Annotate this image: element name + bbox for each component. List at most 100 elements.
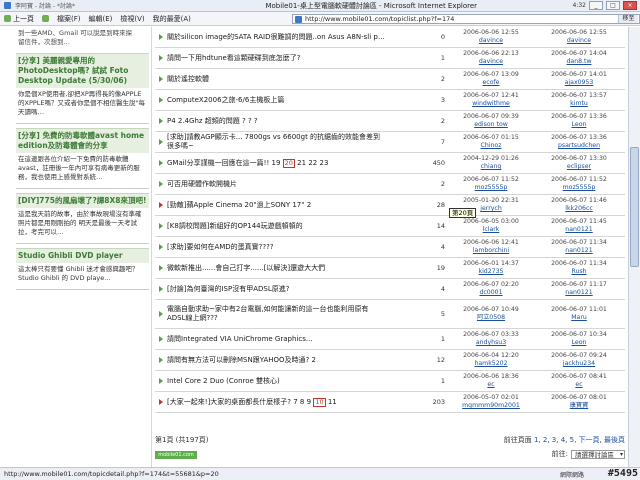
menu-favorites[interactable]: 我的最愛(A) — [153, 14, 191, 24]
topic-page-link[interactable]: 19 — [272, 159, 281, 167]
forum-select[interactable]: 請選擇討論區 — [571, 449, 625, 459]
last-post-user-link[interactable]: nan0121 — [535, 247, 623, 255]
pager-page-5[interactable]: 5 — [570, 436, 574, 444]
topic-link[interactable]: [討論]為何臺灣的ISP沒有甲ADSL原進? — [167, 285, 289, 293]
last-post-user-link[interactable]: Maru — [535, 314, 623, 322]
topic-row[interactable]: 可否用硬體作軟開機片 2 2006-06-07 11:52 moz5555p 2006-… — [155, 174, 625, 195]
topic-link[interactable]: 請問一下用hdtune看這顆硬碟到底怎麼了? — [167, 54, 301, 62]
start-user-link[interactable]: ecofe — [447, 79, 535, 87]
topic-row[interactable]: GMail分享謹機一回應在這一篇!! 19 20 21 22 23 450 2004… — [155, 153, 625, 174]
start-user-link[interactable]: kid2735 — [447, 268, 535, 276]
topic-page-link[interactable]: 2 — [311, 356, 315, 364]
scrollbar-thumb[interactable] — [630, 147, 639, 267]
maximize-button[interactable]: □ — [606, 1, 620, 10]
topic-page-link-active[interactable]: 10 — [313, 397, 326, 407]
topic-link[interactable]: 電腦自動求助~家中有2台電腦,如何能讓新的這一台也能利用原有ADSL線上網??? — [167, 305, 369, 322]
topic-page-link[interactable]: 11 — [328, 398, 337, 406]
start-user-link[interactable]: mgmmm90m2001 — [447, 402, 535, 410]
topic-link[interactable]: P4 2.4Ghz 超頻的問題 ? ? ? — [167, 117, 258, 125]
start-user-link[interactable]: lamborchini — [447, 247, 535, 255]
menu-edit[interactable]: 編輯(E) — [89, 14, 113, 24]
start-user-link[interactable]: ec — [447, 381, 535, 389]
topic-row[interactable]: 關於silicon image的SATA RAID很難調的問題..on Asus… — [155, 27, 625, 48]
start-user-link[interactable]: lclark — [447, 226, 535, 234]
start-user-link[interactable]: hamk5202 — [447, 360, 535, 368]
start-user-link[interactable]: davince — [447, 37, 535, 45]
topic-row[interactable]: [求助]請教AGP顯示卡... 7800gs vs 6600gt 的抗鋸齒的效能… — [155, 132, 625, 153]
topic-link[interactable]: 可否用硬體作軟開機片 — [167, 180, 237, 188]
topic-link[interactable]: 關於遙控軟體 — [167, 75, 209, 83]
start-user-link[interactable]: dc0001 — [447, 289, 535, 297]
start-user-link[interactable]: andyhsu3 — [447, 339, 535, 347]
minimize-button[interactable]: _ — [589, 1, 603, 10]
topic-page-link[interactable]: 7 — [293, 398, 297, 406]
menu-file[interactable]: 檔案(F) — [57, 14, 81, 24]
topic-link[interactable]: ComputeX2006之旅-6/6主機板上篇 — [167, 96, 284, 104]
topic-link[interactable]: Intel Core 2 Duo (Conroe 雙核心) — [167, 377, 280, 385]
topic-row[interactable]: [討論]為何臺灣的ISP沒有甲ADSL原進? 4 2006-06-07 02:20 d… — [155, 279, 625, 300]
topic-link[interactable]: [勁敵]蘋Apple Cinema 20"過上SONY 17" — [167, 201, 304, 209]
topic-link[interactable]: GMail分享謹機一回應在這一篇!! — [167, 159, 269, 167]
sidebar-post-title[interactable]: Studio Ghibli DVD player — [16, 248, 149, 263]
topic-link[interactable]: [求助]要如何在AMD的蛋真實???? — [167, 243, 274, 251]
topic-page-link[interactable]: 23 — [319, 159, 328, 167]
back-button[interactable]: 上一頁 — [4, 14, 34, 24]
topic-link[interactable]: 關於silicon image的SATA RAID很難調的問題..on Asus… — [167, 33, 385, 41]
vertical-scrollbar[interactable] — [628, 27, 640, 467]
sidebar-post-title[interactable]: [DIY]775的風扇壞了?譚8X8來頂吧! — [16, 193, 149, 208]
menu-view[interactable]: 檢視(V) — [120, 14, 144, 24]
close-button[interactable]: × — [623, 1, 637, 10]
topic-link[interactable]: [求助]請教AGP顯示卡... 7800gs vs 6600gt 的抗鋸齒的效能… — [167, 133, 380, 150]
topic-link[interactable]: 微軟新推出......會自己打字......[以解決]還遊大大們 — [167, 264, 325, 272]
topic-link[interactable]: [K8調校問題]新組好的OP144玩遊戲頓頓的 — [167, 222, 303, 230]
topic-row[interactable]: 電腦自動求助~家中有2台電腦,如何能讓新的這一台也能利用原有ADSL線上網???… — [155, 300, 625, 329]
last-post-user-link[interactable]: ajax0953 — [535, 79, 623, 87]
topic-page-link[interactable]: 8 — [300, 398, 304, 406]
last-post-user-link[interactable]: Leon — [535, 121, 623, 129]
last-post-user-link[interactable]: lkk206cc — [535, 205, 623, 213]
pager-page-1[interactable]: 1 — [534, 436, 538, 444]
last-post-user-link[interactable]: jackhu234 — [535, 360, 623, 368]
last-post-user-link[interactable]: 康寶寶 — [535, 402, 623, 410]
pager-page-2[interactable]: 2 — [543, 436, 547, 444]
last-post-user-link[interactable]: davince — [535, 37, 623, 45]
start-user-link[interactable]: moz5555p — [447, 184, 535, 192]
topic-link[interactable]: 請問有無方法可以刪除MSN跟YAHOO及時通? — [167, 356, 309, 364]
topic-page-link[interactable]: 9 — [307, 398, 311, 406]
forward-button[interactable] — [42, 15, 49, 22]
start-user-link[interactable]: edison tow — [447, 121, 535, 129]
topic-row[interactable]: [大家一起來!]大家的桌面都長什麼樣子? 7 8 9 10 11 203 2006-… — [155, 392, 625, 413]
sidebar-post-title[interactable]: [分享] 美麗親愛專用的PhotoDesktop嗎? 試試 Foto Deskt… — [16, 53, 149, 88]
topic-row[interactable]: 請問一下用hdtune看這顆硬碟到底怎麼了? 1 2006-06-06 22:13 d… — [155, 48, 625, 69]
pager-page-3[interactable]: 3 — [552, 436, 556, 444]
last-post-user-link[interactable]: nan0121 — [535, 226, 623, 234]
address-bar[interactable]: http://www.mobile01.com/topiclist.php?f=… — [292, 14, 640, 24]
last-post-user-link[interactable]: Leon — [535, 339, 623, 347]
start-user-link[interactable]: windwithme — [447, 100, 535, 108]
pager-page-4[interactable]: 4 — [561, 436, 565, 444]
topic-row[interactable]: Intel Core 2 Duo (Conroe 雙核心) 1 2006-06-06… — [155, 371, 625, 392]
last-post-user-link[interactable]: moz5555p — [535, 184, 623, 192]
topic-row[interactable]: 請問有無方法可以刪除MSN跟YAHOO及時通? 2 12 2006-06-04 12… — [155, 350, 625, 371]
topic-page-link[interactable]: 21 — [297, 159, 306, 167]
start-user-link[interactable]: chiang — [447, 163, 535, 171]
last-post-user-link[interactable]: nan0121 — [535, 289, 623, 297]
last-post-user-link[interactable]: ec — [535, 381, 623, 389]
topic-row[interactable]: [K8調校問題]新組好的OP144玩遊戲頓頓的 14 2006-06-05 03:0… — [155, 216, 625, 237]
last-post-user-link[interactable]: psartsudchen — [535, 142, 623, 150]
topic-page-link[interactable]: 22 — [308, 159, 317, 167]
go-button[interactable]: 移至 — [618, 15, 638, 23]
pager-last[interactable]: 最後頁 — [604, 436, 625, 444]
start-user-link[interactable]: 阿立0508 — [447, 314, 535, 322]
topic-row[interactable]: P4 2.4Ghz 超頻的問題 ? ? ? 2 2006-06-07 09:39 ed… — [155, 111, 625, 132]
start-user-link[interactable]: davince — [447, 58, 535, 66]
sidebar-post-title[interactable]: [分享] 免費的防毒軟體avast home edition及防毒體會的分享 — [16, 128, 149, 153]
last-post-user-link[interactable]: eclipser — [535, 163, 623, 171]
topic-row[interactable]: 微軟新推出......會自己打字......[以解決]還遊大大們 19 2006-0… — [155, 258, 625, 279]
topic-page-link-active[interactable]: 20 — [282, 158, 295, 168]
topic-row[interactable]: [求助]要如何在AMD的蛋真實???? 4 2006-06-06 12:41 lamb… — [155, 237, 625, 258]
start-user-link[interactable]: Chinoz — [447, 142, 535, 150]
topic-row[interactable]: [勁敵]蘋Apple Cinema 20"過上SONY 17" 2 28 2005-… — [155, 195, 625, 216]
pager-next[interactable]: 下一頁 — [579, 436, 600, 444]
topic-row[interactable]: 請問Integrated VIA UniChrome Graphics... 1 2… — [155, 329, 625, 350]
